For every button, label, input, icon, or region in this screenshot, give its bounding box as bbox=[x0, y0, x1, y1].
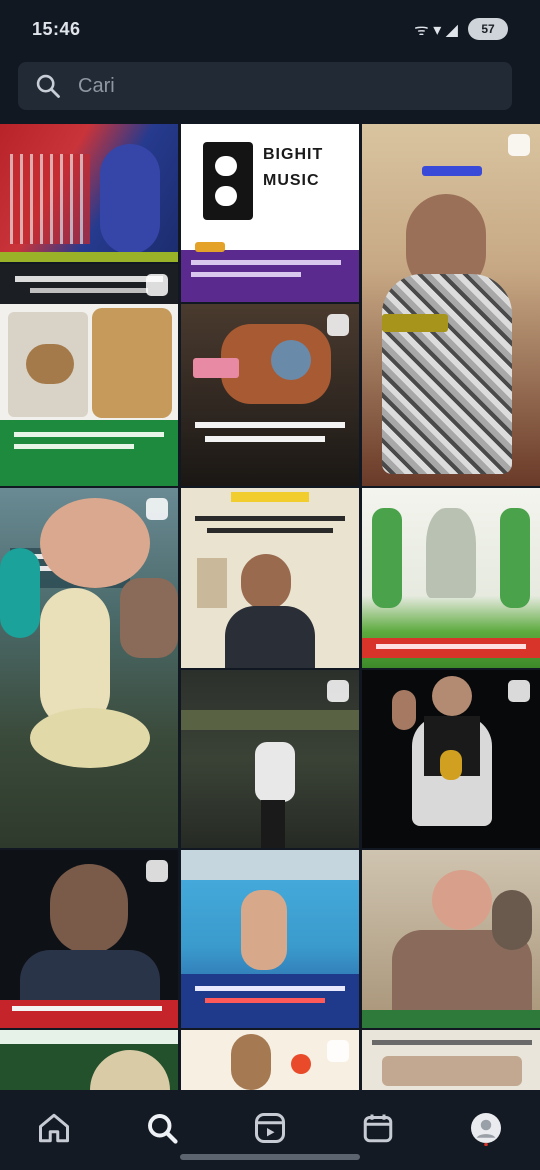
status-time: 15:46 bbox=[32, 18, 81, 39]
reels-icon bbox=[255, 1113, 285, 1143]
grid-post[interactable] bbox=[0, 124, 178, 262]
nav-home-button[interactable] bbox=[30, 1104, 78, 1152]
multi-post-icon bbox=[508, 680, 530, 702]
grid-post[interactable] bbox=[181, 670, 359, 848]
battery-level: 57 bbox=[481, 22, 495, 36]
multi-post-icon bbox=[327, 1040, 349, 1062]
nav-reels-button[interactable] bbox=[246, 1104, 294, 1152]
grid-post[interactable] bbox=[362, 124, 540, 486]
brand-subtitle: MUSIC bbox=[263, 172, 320, 189]
search-input[interactable] bbox=[76, 73, 480, 99]
profile-icon bbox=[471, 1113, 501, 1146]
multi-post-icon bbox=[327, 314, 349, 336]
grid-post[interactable] bbox=[181, 1030, 359, 1090]
grid-post[interactable] bbox=[362, 670, 540, 848]
multi-post-icon bbox=[146, 860, 168, 882]
multi-post-icon bbox=[146, 498, 168, 520]
nav-shop-button[interactable] bbox=[354, 1104, 402, 1152]
multi-post-icon bbox=[146, 274, 168, 296]
shop-icon bbox=[363, 1114, 393, 1143]
grid-post[interactable] bbox=[0, 1030, 178, 1090]
grid-post[interactable] bbox=[181, 850, 359, 1028]
search-icon bbox=[148, 1114, 178, 1144]
home-icon bbox=[39, 1113, 69, 1143]
grid-post[interactable] bbox=[362, 1030, 540, 1090]
brand-title: BIGHIT bbox=[263, 146, 324, 163]
multi-post-icon bbox=[327, 680, 349, 702]
grid-post[interactable] bbox=[181, 488, 359, 668]
nav-search-button[interactable] bbox=[138, 1104, 186, 1152]
grid-post[interactable] bbox=[0, 264, 178, 486]
grid-post[interactable] bbox=[362, 850, 540, 1028]
multi-post-icon bbox=[508, 134, 530, 156]
grid-post[interactable] bbox=[0, 488, 178, 848]
search-icon bbox=[36, 74, 60, 98]
grid-post[interactable] bbox=[181, 304, 359, 486]
status-indicators: ᯤ ▾ ◢ 57 bbox=[414, 18, 508, 40]
grid-post[interactable]: BIGHIT MUSIC bbox=[181, 124, 359, 302]
grid-post[interactable] bbox=[0, 850, 178, 1028]
nav-profile-button[interactable] bbox=[462, 1104, 510, 1152]
battery-icon: 57 bbox=[468, 18, 508, 40]
home-indicator[interactable] bbox=[180, 1154, 360, 1160]
search-bar[interactable] bbox=[18, 62, 512, 110]
signal-icon: ᯤ ▾ ◢ bbox=[414, 22, 458, 39]
status-bar: 15:46 ᯤ ▾ ◢ 57 bbox=[0, 0, 540, 58]
explore-grid[interactable]: BIGHIT MUSIC bbox=[0, 124, 540, 1090]
grid-post[interactable] bbox=[362, 488, 540, 668]
